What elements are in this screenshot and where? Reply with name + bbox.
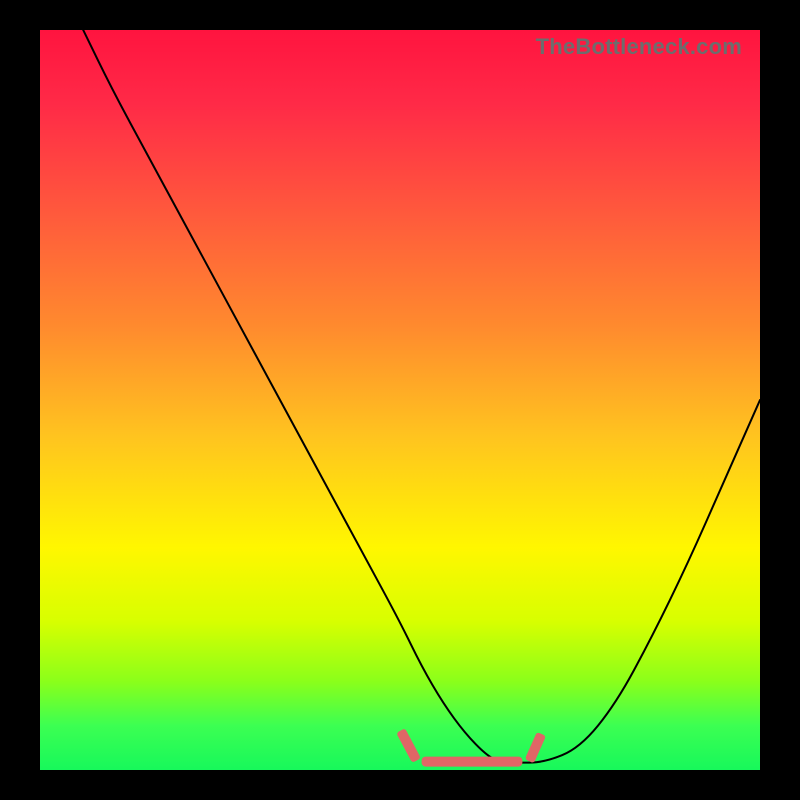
chart-plot-area: TheBottleneck.com xyxy=(40,30,760,770)
bottleneck-curve xyxy=(83,30,760,763)
optimum-marker-strip xyxy=(422,757,523,767)
chart-frame: TheBottleneck.com xyxy=(0,0,800,800)
optimum-marker-left xyxy=(396,728,421,763)
chart-svg-layer xyxy=(40,30,760,770)
optimum-marker-right xyxy=(525,732,546,763)
